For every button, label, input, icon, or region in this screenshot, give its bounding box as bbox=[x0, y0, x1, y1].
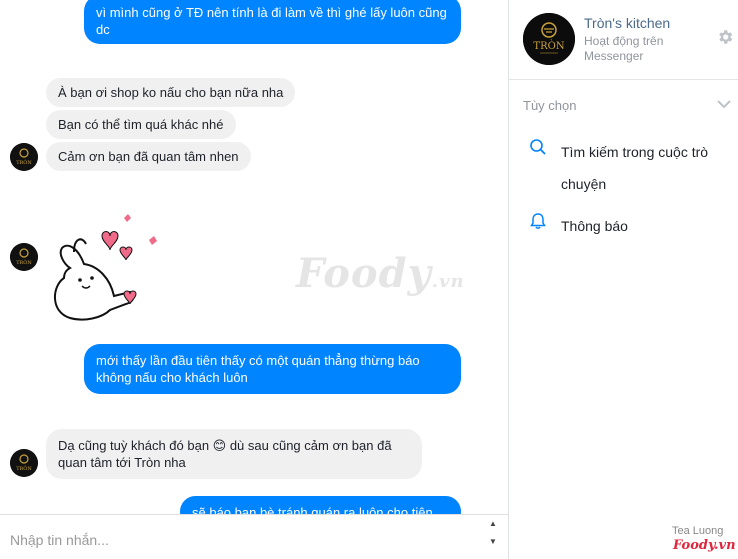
conversation-info-sidebar: TRÒN Tròn's kitchen Hoạt động trên Messe… bbox=[508, 0, 738, 559]
option-label: Thông báo bbox=[561, 218, 628, 234]
message-composer[interactable]: Nhập tin nhắn... ▲ ▼ bbox=[0, 514, 508, 559]
message-incoming: Dạ cũng tuỳ khách đó bạn 😊 dù sau cũng c… bbox=[46, 429, 422, 479]
chevron-down-icon[interactable] bbox=[716, 98, 732, 110]
page-avatar[interactable]: TRÒN bbox=[10, 243, 38, 271]
foody-watermark: Foody.vn bbox=[296, 250, 465, 297]
gear-icon[interactable] bbox=[716, 28, 734, 46]
options-title[interactable]: Tùy chọn bbox=[523, 98, 576, 113]
avatar-logo-text: TRÒN bbox=[533, 40, 564, 52]
option-search-conversation[interactable]: Tìm kiếm trong cuộc trò chuyện bbox=[529, 136, 721, 200]
svg-text:TRÒN: TRÒN bbox=[16, 464, 32, 472]
svg-text:TRÒN: TRÒN bbox=[16, 258, 32, 266]
scroll-down-arrow[interactable]: ▼ bbox=[488, 537, 498, 547]
page-avatar-large[interactable]: TRÒN bbox=[523, 13, 575, 65]
conversation-panel: vì mình cũng ở TĐ nên tính là đi làm về … bbox=[0, 0, 508, 514]
page-avatar[interactable]: TRÒN bbox=[10, 143, 38, 171]
active-status: Hoạt động trên Messenger bbox=[584, 34, 664, 63]
search-icon bbox=[530, 139, 546, 155]
message-incoming: Cảm ơn bạn đã quan tâm nhen bbox=[46, 142, 251, 171]
bell-icon bbox=[530, 213, 546, 229]
message-outgoing: vì mình cũng ở TĐ nên tính là đi làm về … bbox=[84, 0, 461, 44]
option-notifications[interactable]: Thông báo bbox=[529, 210, 721, 242]
message-outgoing: mới thấy lần đầu tiên thấy có một quán t… bbox=[84, 344, 461, 394]
page-name[interactable]: Tròn's kitchen bbox=[584, 15, 670, 31]
scroll-up-arrow[interactable]: ▲ bbox=[488, 519, 498, 529]
credit-site-logo: Foody.vn bbox=[673, 538, 736, 553]
credit-author: Tea Luong bbox=[672, 525, 724, 537]
message-outgoing: sẽ báo bạn bè tránh quán ra luôn cho tiệ… bbox=[180, 496, 461, 514]
message-incoming: À bạn ơi shop ko nấu cho bạn nữa nha bbox=[46, 78, 296, 107]
bunny-hearts-sticker bbox=[44, 208, 166, 326]
svg-text:TRÒN: TRÒN bbox=[16, 158, 32, 166]
page-avatar[interactable]: TRÒN bbox=[10, 449, 38, 477]
option-label: Tìm kiếm trong cuộc trò chuyện bbox=[561, 144, 709, 192]
message-incoming: Bạn có thể tìm quá khác nhé bbox=[46, 110, 236, 139]
message-input[interactable]: Nhập tin nhắn... bbox=[10, 532, 109, 548]
page-header: TRÒN Tròn's kitchen Hoạt động trên Messe… bbox=[509, 0, 738, 80]
